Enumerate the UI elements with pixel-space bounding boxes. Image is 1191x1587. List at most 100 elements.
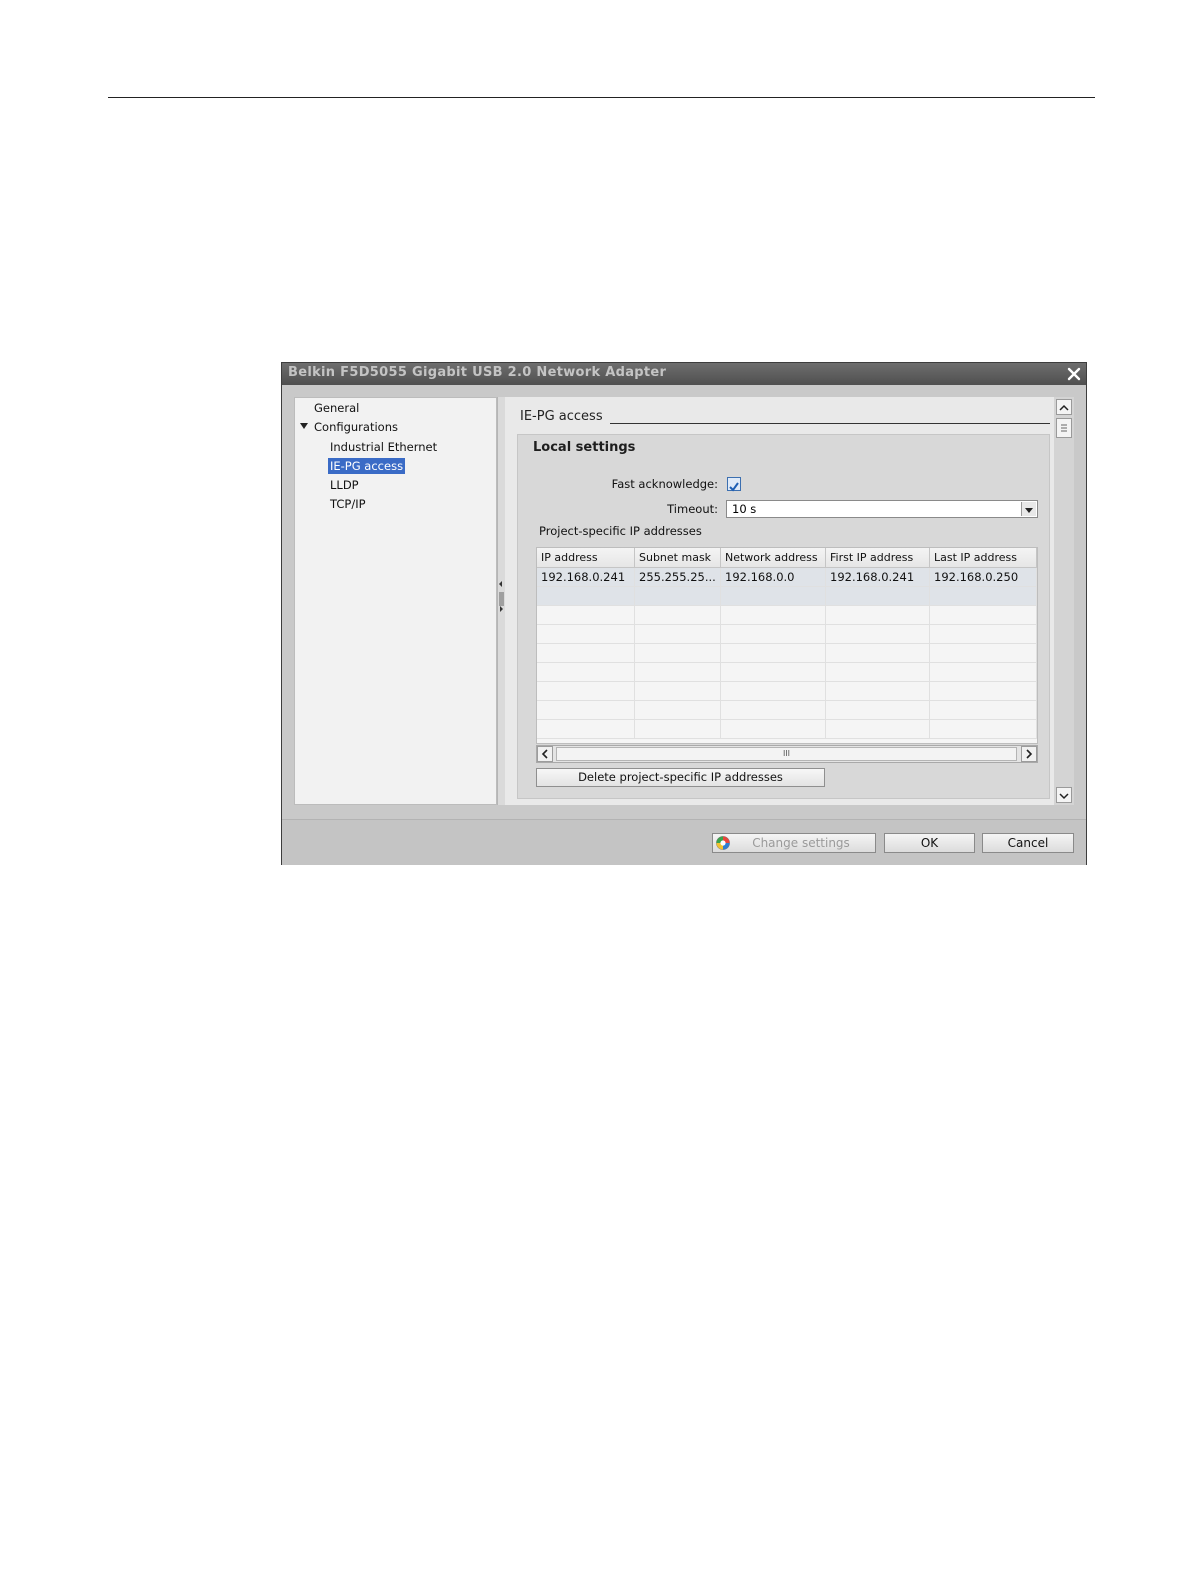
cell-empty[interactable]	[721, 663, 826, 682]
cell-empty[interactable]	[537, 644, 635, 663]
table-row[interactable]	[537, 663, 1037, 682]
cell-subnet-mask[interactable]: 255.255.25...	[635, 568, 721, 587]
dropdown-arrow-icon[interactable]	[1021, 502, 1036, 516]
cell-empty[interactable]	[721, 720, 826, 739]
cell-empty[interactable]	[930, 701, 1037, 720]
cell-empty[interactable]	[537, 701, 635, 720]
table-row[interactable]: 192.168.0.241 255.255.25... 192.168.0.0 …	[537, 568, 1037, 587]
content-area: IE-PG access Local settings Fast acknowl…	[505, 397, 1054, 805]
table-row[interactable]	[537, 587, 1037, 606]
properties-dialog: Belkin F5D5055 Gigabit USB 2.0 Network A…	[281, 362, 1087, 865]
cell-empty[interactable]	[826, 663, 930, 682]
change-settings-label: Change settings	[752, 836, 850, 850]
nav-item-industrial-ethernet[interactable]: Industrial Ethernet	[330, 439, 437, 455]
cell-empty[interactable]	[537, 663, 635, 682]
cell-empty[interactable]	[721, 625, 826, 644]
cell-empty[interactable]	[635, 701, 721, 720]
column-header-last-ip[interactable]: Last IP address	[930, 548, 1037, 568]
column-header-subnet-mask[interactable]: Subnet mask	[635, 548, 721, 568]
cell-empty[interactable]	[635, 682, 721, 701]
cell-empty[interactable]	[826, 587, 930, 606]
nav-item-configurations[interactable]: Configurations	[314, 419, 398, 435]
cell-empty[interactable]	[635, 587, 721, 606]
cell-empty[interactable]	[635, 720, 721, 739]
cell-empty[interactable]	[930, 606, 1037, 625]
cell-empty[interactable]	[635, 663, 721, 682]
cell-empty[interactable]	[930, 663, 1037, 682]
scroll-right-icon[interactable]	[1021, 746, 1037, 762]
title-bar[interactable]: Belkin F5D5055 Gigabit USB 2.0 Network A…	[282, 363, 1086, 385]
navigation-tree: General Configurations Industrial Ethern…	[294, 397, 497, 805]
cell-last-ip[interactable]: 192.168.0.250	[930, 568, 1037, 587]
cell-empty[interactable]	[635, 606, 721, 625]
cell-empty[interactable]	[721, 701, 826, 720]
cancel-button[interactable]: Cancel	[982, 833, 1074, 853]
table-row[interactable]	[537, 625, 1037, 644]
fast-acknowledge-checkbox[interactable]	[727, 477, 741, 492]
column-header-network-address[interactable]: Network address	[721, 548, 826, 568]
cell-empty[interactable]	[930, 587, 1037, 606]
checkmark-icon	[729, 482, 739, 492]
cell-empty[interactable]	[826, 606, 930, 625]
scroll-grip: III	[782, 749, 791, 758]
cell-ip-address[interactable]: 192.168.0.241	[537, 568, 635, 587]
cell-empty[interactable]	[537, 625, 635, 644]
cell-empty[interactable]	[826, 625, 930, 644]
timeout-value: 10 s	[732, 502, 757, 516]
vertical-scrollbar[interactable]	[1054, 397, 1074, 805]
nav-item-lldp[interactable]: LLDP	[330, 477, 359, 493]
table-row[interactable]	[537, 720, 1037, 739]
table-row[interactable]	[537, 606, 1037, 625]
section-divider	[610, 423, 1050, 424]
cell-empty[interactable]	[721, 644, 826, 663]
cell-empty[interactable]	[635, 644, 721, 663]
scroll-left-icon[interactable]	[537, 746, 553, 762]
ip-address-table: IP address Subnet mask Network address F…	[536, 547, 1038, 744]
nav-item-ie-pg-access[interactable]: IE-PG access	[328, 458, 406, 474]
scroll-thumb[interactable]	[1056, 418, 1072, 438]
horizontal-scrollbar[interactable]: III	[536, 745, 1038, 763]
scroll-down-icon[interactable]	[1056, 787, 1072, 803]
cell-empty[interactable]	[537, 606, 635, 625]
cell-empty[interactable]	[930, 625, 1037, 644]
cell-network-address[interactable]: 192.168.0.0	[721, 568, 826, 587]
cell-empty[interactable]	[930, 644, 1037, 663]
table-row[interactable]	[537, 701, 1037, 720]
timeout-dropdown[interactable]: 10 s	[726, 500, 1038, 518]
nav-item-tcp-ip[interactable]: TCP/IP	[330, 496, 366, 512]
cell-empty[interactable]	[635, 625, 721, 644]
nav-item-general[interactable]: General	[314, 400, 359, 416]
local-settings-title: Local settings	[533, 440, 636, 455]
cell-empty[interactable]	[537, 720, 635, 739]
table-row[interactable]	[537, 682, 1037, 701]
cell-empty[interactable]	[826, 682, 930, 701]
cell-empty[interactable]	[826, 701, 930, 720]
cell-empty[interactable]	[537, 682, 635, 701]
delete-ip-addresses-button[interactable]: Delete project-specific IP addresses	[536, 768, 825, 787]
column-header-ip-address[interactable]: IP address	[537, 548, 635, 568]
ip-addresses-title: Project-specific IP addresses	[539, 524, 702, 538]
dialog-title: Belkin F5D5055 Gigabit USB 2.0 Network A…	[288, 365, 667, 380]
change-settings-button[interactable]: Change settings	[712, 833, 876, 853]
cell-empty[interactable]	[930, 720, 1037, 739]
cell-empty[interactable]	[826, 644, 930, 663]
cell-empty[interactable]	[721, 682, 826, 701]
scroll-up-icon[interactable]	[1056, 399, 1072, 415]
cell-empty[interactable]	[537, 587, 635, 606]
cell-empty[interactable]	[721, 587, 826, 606]
cell-empty[interactable]	[930, 682, 1037, 701]
local-settings-panel: Local settings Fast acknowledge: Timeout…	[517, 434, 1050, 799]
ok-button[interactable]: OK	[884, 833, 975, 853]
scroll-thumb[interactable]: III	[556, 747, 1017, 761]
expand-triangle-icon[interactable]	[300, 423, 308, 429]
page-header-rule	[108, 97, 1095, 98]
section-title: IE-PG access	[520, 409, 603, 424]
cell-empty[interactable]	[721, 606, 826, 625]
shield-icon	[716, 836, 730, 850]
cell-first-ip[interactable]: 192.168.0.241	[826, 568, 930, 587]
cell-empty[interactable]	[826, 720, 930, 739]
close-icon[interactable]	[1064, 364, 1084, 384]
column-header-first-ip[interactable]: First IP address	[826, 548, 930, 568]
table-row[interactable]	[537, 644, 1037, 663]
dialog-footer: Change settings OK Cancel	[282, 819, 1086, 865]
